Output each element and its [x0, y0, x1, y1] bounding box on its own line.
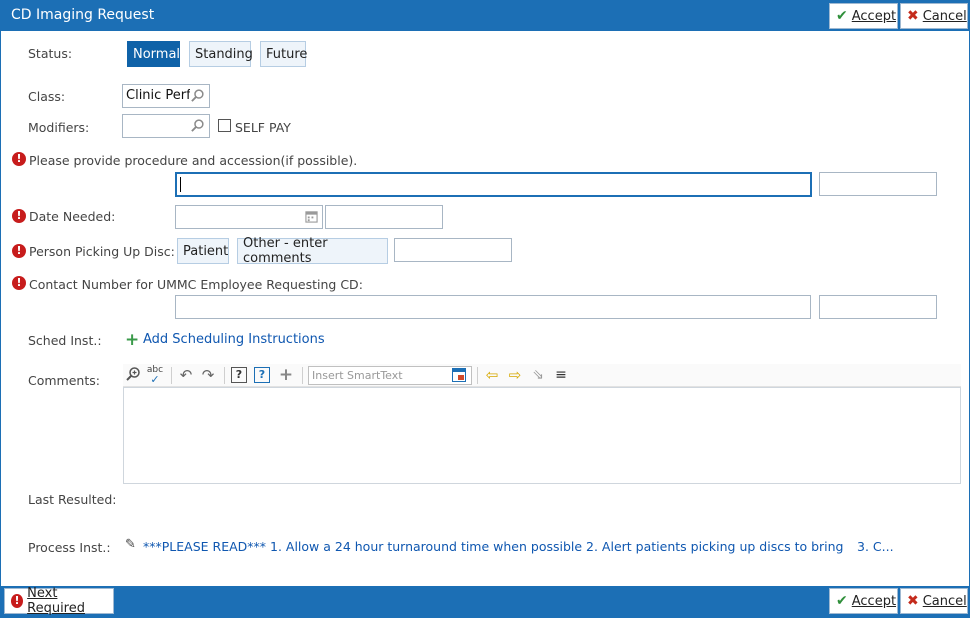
search-icon[interactable] [190, 88, 205, 103]
process-inst-more[interactable]: 3. C... [857, 539, 894, 554]
required-icon: ! [12, 244, 26, 258]
cd-imaging-request-dialog: CD Imaging Request ✔ Accept ✖ Cancel Sta… [0, 0, 970, 618]
required-icon: ! [12, 152, 26, 166]
insert-smarttext-input[interactable]: Insert SmartText [308, 366, 472, 385]
picker-comment-field[interactable] [394, 238, 512, 262]
accept-label: Accept [851, 593, 897, 609]
undo-icon[interactable]: ↶ [177, 366, 195, 384]
title-bar: CD Imaging Request ✔ Accept ✖ Cancel [1, 1, 969, 31]
zoom-icon[interactable] [124, 366, 142, 384]
process-inst-label: Process Inst.: [28, 540, 111, 555]
smart-help-icon[interactable]: ? [254, 367, 270, 383]
spellcheck-icon[interactable]: abc ✓ [146, 366, 164, 386]
cancel-label: Cancel [922, 8, 967, 24]
comments-toolbar: abc ✓ ↶ ↷ ? ? + Insert SmartText ⇦ ⇨ ⇘ ≡ [123, 364, 961, 387]
bottom-bar: ! Next Required ✔ Accept ✖ Cancel [1, 586, 969, 617]
next-required-label: Next Required [27, 586, 85, 616]
comments-label: Comments: [28, 373, 100, 388]
required-icon: ! [12, 209, 26, 223]
contact-extra-field[interactable] [819, 295, 937, 319]
checkmark-icon: ✔ [836, 8, 848, 24]
calendar-icon[interactable] [305, 210, 318, 223]
picker-patient-button[interactable]: Patient [177, 238, 229, 264]
plus-icon: + [125, 330, 140, 350]
self-pay-checkbox[interactable] [218, 119, 231, 132]
modifiers-label: Modifiers: [28, 120, 90, 135]
class-value: Clinic Perfo [126, 88, 199, 103]
close-icon: ✖ [907, 8, 919, 24]
add-icon[interactable]: + [277, 366, 295, 384]
date-needed-label: Date Needed: [29, 209, 116, 224]
process-inst-text[interactable]: ***PLEASE READ*** 1. Allow a 24 hour tur… [143, 539, 843, 554]
status-future-button[interactable]: Future [260, 41, 307, 67]
next-arrow-icon[interactable]: ⇨ [506, 366, 524, 384]
contact-label: Contact Number for UMMC Employee Request… [29, 277, 363, 292]
accept-wildcard-icon[interactable]: ⇘ [529, 366, 547, 384]
close-icon: ✖ [907, 593, 919, 609]
class-label: Class: [28, 89, 66, 104]
accept-button-top[interactable]: ✔ Accept [829, 3, 898, 29]
class-field[interactable]: Clinic Perfo [122, 84, 210, 108]
pencil-icon: ✎ [125, 537, 136, 552]
self-pay-label: SELF PAY [235, 120, 291, 135]
toolbar-divider [224, 367, 225, 384]
toolbar-divider [302, 367, 303, 384]
modifiers-field[interactable] [122, 114, 210, 138]
help-icon[interactable]: ? [231, 367, 247, 383]
redo-icon[interactable]: ↷ [199, 366, 217, 384]
next-required-button[interactable]: ! Next Required [4, 586, 114, 616]
status-standing-button[interactable]: Standing [189, 41, 253, 67]
toolbar-divider [477, 367, 478, 384]
toolbar-divider [171, 367, 172, 384]
add-scheduling-instructions-link[interactable]: Add Scheduling Instructions [143, 332, 325, 347]
last-resulted-label: Last Resulted: [28, 492, 117, 507]
date-needed-input[interactable] [175, 205, 323, 229]
cancel-button-bottom[interactable]: ✖ Cancel [900, 588, 968, 614]
person-picking-label: Person Picking Up Disc: [29, 244, 175, 259]
status-label: Status: [28, 46, 73, 61]
procedure-extra-field[interactable] [819, 172, 937, 196]
picker-other-button[interactable]: Other - enter comments [237, 236, 388, 266]
format-list-icon[interactable]: ≡ [552, 366, 570, 384]
required-icon: ! [11, 594, 24, 608]
accept-label: Accept [851, 8, 897, 24]
procedure-input[interactable] [175, 172, 812, 197]
comments-textarea[interactable] [123, 387, 961, 484]
dialog-title: CD Imaging Request [11, 7, 155, 23]
contact-input[interactable] [175, 295, 811, 319]
previous-arrow-icon[interactable]: ⇦ [483, 366, 501, 384]
cancel-label: Cancel [922, 593, 967, 609]
procedure-label: Please provide procedure and accession(i… [29, 153, 358, 168]
accept-button-bottom[interactable]: ✔ Accept [829, 588, 898, 614]
time-needed-field[interactable] [325, 205, 443, 229]
required-icon: ! [12, 276, 26, 290]
sched-inst-label: Sched Inst.: [28, 333, 102, 348]
cancel-button-top[interactable]: ✖ Cancel [900, 3, 968, 29]
text-cursor [180, 177, 181, 192]
status-normal-button[interactable]: Normal [127, 41, 180, 67]
checkmark-icon: ✔ [836, 593, 848, 609]
smarttext-list-icon[interactable] [452, 368, 466, 382]
search-icon[interactable] [190, 118, 205, 133]
